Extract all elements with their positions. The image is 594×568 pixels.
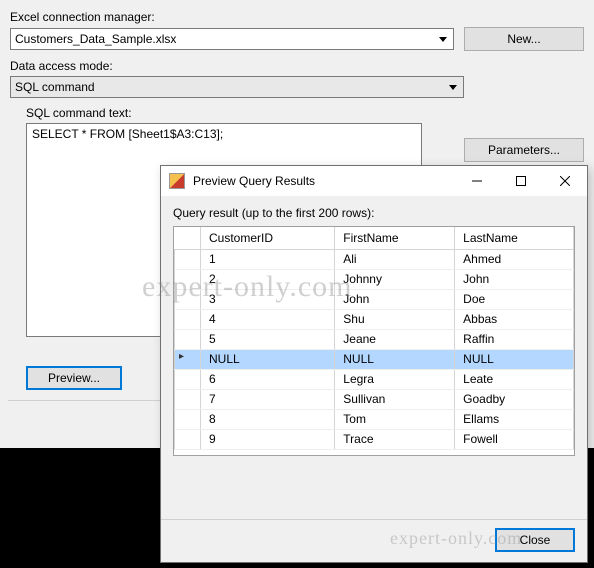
access-mode-dropdown[interactable]: SQL command	[10, 76, 464, 98]
app-icon	[169, 173, 185, 189]
side-buttons: Parameters...	[464, 138, 584, 162]
table-cell[interactable]: 8	[201, 409, 335, 429]
sql-text-label: SQL command text:	[26, 106, 584, 120]
table-cell[interactable]: Legra	[335, 369, 455, 389]
access-mode-label: Data access mode:	[10, 59, 584, 73]
table-cell[interactable]: Jeane	[335, 329, 455, 349]
table-row[interactable]: 7SullivanGoadby	[175, 389, 574, 409]
row-header	[175, 389, 201, 409]
dialog-titlebar[interactable]: Preview Query Results	[161, 166, 587, 196]
table-cell[interactable]: Tom	[335, 409, 455, 429]
col-header[interactable]: FirstName	[335, 227, 455, 249]
col-header[interactable]: CustomerID	[201, 227, 335, 249]
table-cell[interactable]: Sullivan	[335, 389, 455, 409]
table-cell[interactable]: 7	[201, 389, 335, 409]
row-header	[175, 309, 201, 329]
table-cell[interactable]: 5	[201, 329, 335, 349]
table-row[interactable]: 3JohnDoe	[175, 289, 574, 309]
table-cell[interactable]: Ellams	[455, 409, 574, 429]
table-cell[interactable]: 6	[201, 369, 335, 389]
table-header-row: CustomerID FirstName LastName	[175, 227, 574, 249]
table-row[interactable]: 6LegraLeate	[175, 369, 574, 389]
table-row[interactable]: 4ShuAbbas	[175, 309, 574, 329]
table-cell[interactable]: Goadby	[455, 389, 574, 409]
table-cell[interactable]: Johnny	[335, 269, 455, 289]
table-row[interactable]: 8TomEllams	[175, 409, 574, 429]
table-cell[interactable]: 9	[201, 429, 335, 449]
maximize-button[interactable]	[499, 166, 543, 196]
access-mode-value: SQL command	[15, 80, 95, 94]
row-header	[175, 249, 201, 269]
minimize-button[interactable]	[455, 166, 499, 196]
close-icon	[560, 176, 570, 186]
row-header	[175, 269, 201, 289]
dropdown-arrow-icon	[435, 30, 451, 48]
table-cell[interactable]: Ali	[335, 249, 455, 269]
table-cell[interactable]: Raffin	[455, 329, 574, 349]
new-button[interactable]: New...	[464, 27, 584, 51]
table-cell[interactable]: Shu	[335, 309, 455, 329]
minimize-icon	[472, 176, 482, 186]
table-cell[interactable]: John	[335, 289, 455, 309]
close-button[interactable]: Close	[495, 528, 575, 552]
table-cell[interactable]: Fowell	[455, 429, 574, 449]
table-cell[interactable]: 4	[201, 309, 335, 329]
table-cell[interactable]: Ahmed	[455, 249, 574, 269]
table-row[interactable]: 5JeaneRaffin	[175, 329, 574, 349]
table-cell[interactable]: 1	[201, 249, 335, 269]
table-cell[interactable]: 3	[201, 289, 335, 309]
dialog-title: Preview Query Results	[193, 174, 455, 188]
dropdown-arrow-icon	[445, 78, 461, 96]
preview-dialog: Preview Query Results Query result (up t…	[160, 165, 588, 563]
excel-mgr-dropdown[interactable]: Customers_Data_Sample.xlsx	[10, 28, 454, 50]
table-cell[interactable]: Leate	[455, 369, 574, 389]
table-cell[interactable]: Abbas	[455, 309, 574, 329]
table-cell[interactable]: NULL	[201, 349, 335, 369]
table-row[interactable]: 1AliAhmed	[175, 249, 574, 269]
table-row[interactable]: 2JohnnyJohn	[175, 269, 574, 289]
parameters-button[interactable]: Parameters...	[464, 138, 584, 162]
row-header	[175, 369, 201, 389]
results-grid[interactable]: CustomerID FirstName LastName 1AliAhmed2…	[173, 226, 575, 456]
table-cell[interactable]: NULL	[455, 349, 574, 369]
table-cell[interactable]: Doe	[455, 289, 574, 309]
table-cell[interactable]: NULL	[335, 349, 455, 369]
dialog-subtitle: Query result (up to the first 200 rows):	[173, 206, 575, 220]
close-window-button[interactable]	[543, 166, 587, 196]
row-header	[175, 409, 201, 429]
table-row[interactable]: 9TraceFowell	[175, 429, 574, 449]
excel-mgr-label: Excel connection manager:	[10, 10, 584, 24]
maximize-icon	[516, 176, 526, 186]
excel-mgr-value: Customers_Data_Sample.xlsx	[15, 32, 176, 46]
row-header	[175, 289, 201, 309]
table-cell[interactable]: John	[455, 269, 574, 289]
row-header	[175, 329, 201, 349]
col-header[interactable]: LastName	[455, 227, 574, 249]
table-cell[interactable]: 2	[201, 269, 335, 289]
row-header	[175, 349, 201, 369]
row-header	[175, 429, 201, 449]
table-cell[interactable]: Trace	[335, 429, 455, 449]
table-row[interactable]: NULLNULLNULL	[175, 349, 574, 369]
row-header-blank	[175, 227, 201, 249]
preview-button[interactable]: Preview...	[26, 366, 122, 390]
